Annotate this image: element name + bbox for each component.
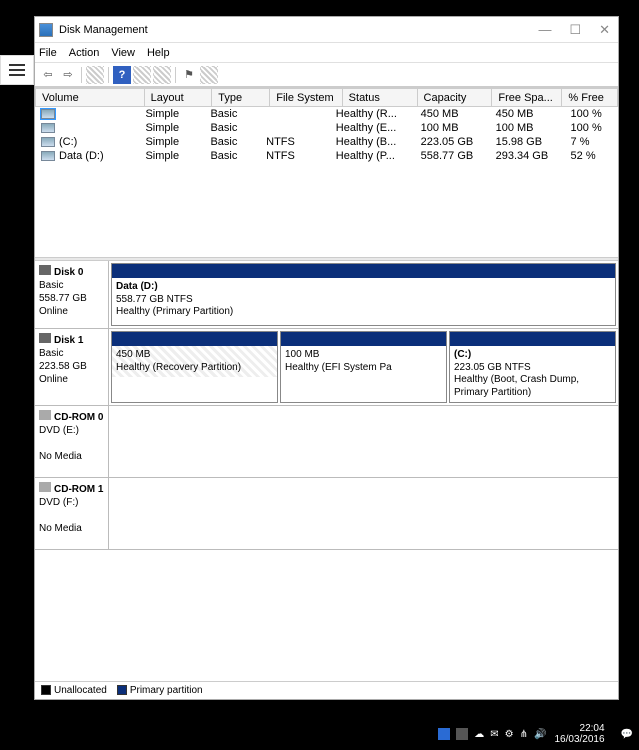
network-icon[interactable]: ⋔ [520,729,528,740]
maximize-button[interactable]: ☐ [569,22,581,38]
legend: Unallocated Primary partition [35,681,618,699]
partition[interactable]: 100 MBHealthy (EFI System Pa [280,331,447,403]
column-header[interactable]: Free Spa... [492,89,562,107]
volume-row[interactable]: SimpleBasicHealthy (E...100 MB100 MB100 … [35,121,618,135]
toolbar-sep [108,67,109,83]
disk-row: CD-ROM 0DVD (E:)No Media [35,406,618,478]
tray-icon[interactable]: ✉ [490,729,498,740]
disk-row: CD-ROM 1DVD (F:)No Media [35,478,618,550]
sidebar-hamburger[interactable] [0,55,34,85]
disk-header[interactable]: CD-ROM 1DVD (F:)No Media [35,478,109,549]
refresh-button[interactable]: ⚑ [180,66,198,84]
partition[interactable]: (C:)223.05 GB NTFSHealthy (Boot, Crash D… [449,331,616,403]
disk-map: Disk 0Basic558.77 GBOnlineData (D:)558.7… [35,261,618,681]
volume-row[interactable]: (C:)SimpleBasicNTFSHealthy (B...223.05 G… [35,135,618,149]
menu-view[interactable]: View [111,47,135,59]
partition[interactable]: Data (D:)558.77 GB NTFSHealthy (Primary … [111,263,616,326]
up-button[interactable] [86,66,104,84]
clock[interactable]: 22:04 16/03/2016 [554,723,604,745]
volume-list[interactable]: VolumeLayoutTypeFile SystemStatusCapacit… [35,87,618,257]
swatch-unallocated [41,685,51,695]
disk-row: Disk 1Basic223.58 GBOnline450 MBHealthy … [35,329,618,406]
column-header[interactable]: Volume [36,89,145,107]
disk-header[interactable]: Disk 1Basic223.58 GBOnline [35,329,109,405]
tree-button[interactable] [200,66,218,84]
clock-time: 22:04 [554,723,604,734]
swatch-primary [117,685,127,695]
column-header[interactable]: Status [342,89,417,107]
column-header[interactable]: Layout [144,89,212,107]
disk-header[interactable]: CD-ROM 0DVD (E:)No Media [35,406,109,477]
menu-action[interactable]: Action [69,47,100,59]
volume-row[interactable]: SimpleBasicHealthy (R...450 MB450 MB100 … [35,107,618,121]
volume-row[interactable]: Data (D:)SimpleBasicNTFSHealthy (P...558… [35,149,618,163]
tray-icon[interactable]: ☁ [474,729,484,740]
props-button[interactable] [133,66,151,84]
toolbar: ⇦ ⇨ ? ⚑ [35,63,618,87]
disk-body [109,406,618,477]
clock-date: 16/03/2016 [554,734,604,745]
legend-primary: Primary partition [130,685,203,696]
app-icon [39,23,53,37]
column-header[interactable]: % Free [562,89,618,107]
toolbar-sep [175,67,176,83]
menu-file[interactable]: File [39,47,57,59]
disk-body: 450 MBHealthy (Recovery Partition)100 MB… [109,329,618,405]
taskbar: ☁ ✉ ⚙ ⋔ 🔊 22:04 16/03/2016 💬 [0,718,639,750]
disk-header[interactable]: Disk 0Basic558.77 GBOnline [35,261,109,328]
minimize-button[interactable]: — [538,22,551,38]
column-header[interactable]: File System [270,89,342,107]
disk-row: Disk 0Basic558.77 GBOnlineData (D:)558.7… [35,261,618,329]
forward-button[interactable]: ⇨ [59,66,77,84]
column-header[interactable]: Type [212,89,270,107]
tray-icon[interactable] [438,728,450,740]
notifications-icon[interactable]: 💬 [621,729,633,740]
menu-help[interactable]: Help [147,47,170,59]
toolbar-sep [81,67,82,83]
partition[interactable]: 450 MBHealthy (Recovery Partition) [111,331,278,403]
column-header[interactable]: Capacity [417,89,492,107]
tray-icon[interactable] [456,728,468,740]
close-button[interactable]: ✕ [599,22,610,38]
legend-unallocated: Unallocated [54,685,107,696]
help-button[interactable]: ? [113,66,131,84]
volume-icon[interactable]: 🔊 [534,729,546,740]
titlebar: Disk Management — ☐ ✕ [35,17,618,43]
system-tray[interactable]: ☁ ✉ ⚙ ⋔ 🔊 [438,728,546,740]
tray-icon[interactable]: ⚙ [505,729,514,740]
window-title: Disk Management [59,24,538,36]
disk-body [109,478,618,549]
disk-body: Data (D:)558.77 GB NTFSHealthy (Primary … [109,261,618,328]
disk-management-window: Disk Management — ☐ ✕ File Action View H… [34,16,619,700]
back-button[interactable]: ⇦ [39,66,57,84]
menubar: File Action View Help [35,43,618,63]
list-button[interactable] [153,66,171,84]
